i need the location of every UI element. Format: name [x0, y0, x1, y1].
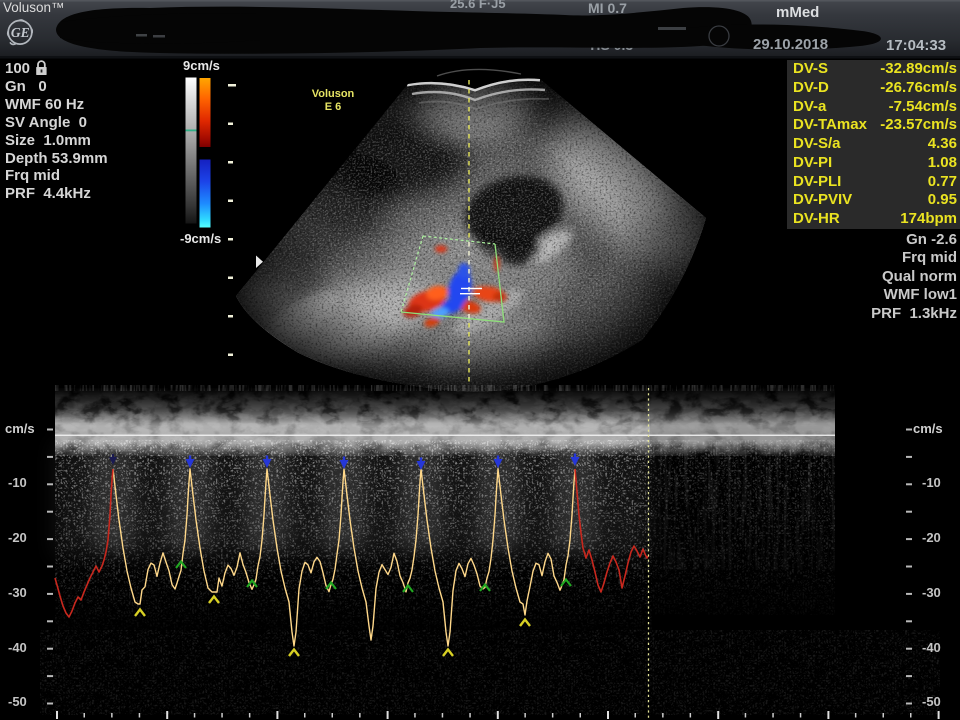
svg-text:MI 0.7: MI 0.7	[588, 0, 627, 16]
svg-text:GE: GE	[11, 25, 30, 40]
svg-text:25.6 F·J5: 25.6 F·J5	[450, 0, 506, 11]
